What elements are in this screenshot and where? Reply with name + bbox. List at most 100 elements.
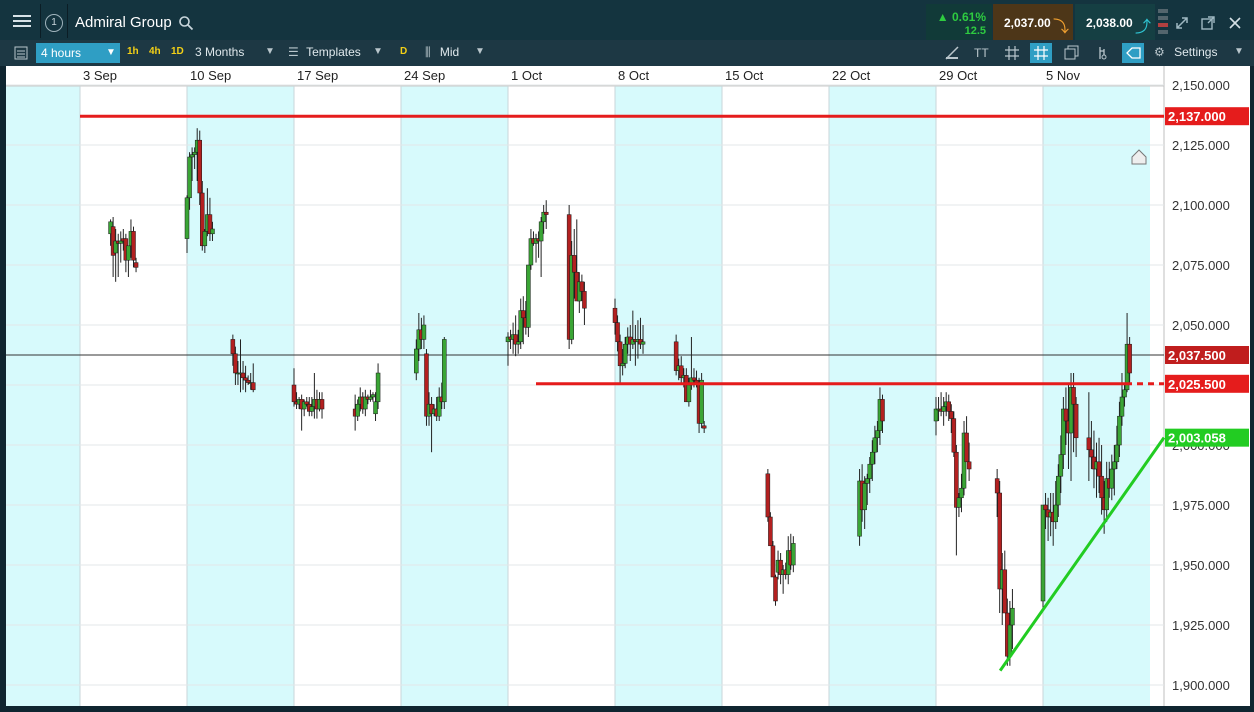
interval-1d-button[interactable]: 1D [171,46,184,57]
candle-up [1058,454,1064,477]
x-tick-label: 8 Oct [618,68,649,83]
candle-down [964,432,969,463]
candle-down [250,382,256,391]
candle-up [1007,624,1013,657]
week-band [187,86,294,706]
alert-count-badge[interactable]: 1 [45,14,63,32]
candle-up [941,406,946,412]
menu-icon[interactable] [10,12,34,32]
candle-up [538,221,544,242]
candle-up [1117,415,1122,446]
interval-4h-button[interactable]: 4h [149,46,161,57]
candle-down [245,379,251,383]
price-label-support: 2,025.500 [1168,377,1226,392]
price-chart[interactable]: 3 Sep 10 Sep 17 Sep 24 Sep 1 Oct 8 Oct 15 Oct 2… [6,66,1250,706]
templates-menu[interactable]: ☰ Templates ▼ [288,45,388,59]
sell-button[interactable]: 2,037.00 ⤵ [993,4,1073,40]
candle-up [355,403,360,417]
candle-up [699,379,704,424]
candle-down [233,353,238,374]
close-icon[interactable] [1228,16,1242,35]
candle-down [694,379,699,383]
candle-up [192,151,197,155]
list-icon[interactable] [14,46,28,65]
candle-down [770,545,776,578]
candle-up [1112,461,1117,470]
gear-icon: ⚙ [1154,45,1165,59]
candle-down [765,473,771,518]
candle-down [582,291,587,309]
y-tick-label: 2,100.000 [1172,198,1230,213]
candle-down [291,384,297,403]
candle-down [1063,408,1069,422]
candle-up [686,384,692,403]
search-icon[interactable] [178,15,194,36]
text-tool-icon[interactable]: TT [974,46,989,60]
d-button[interactable]: D [400,46,407,57]
expand-icon[interactable] [1174,15,1190,36]
candle-up [867,463,873,479]
candle-up [622,343,628,364]
candle-up [1119,396,1125,417]
x-tick-label: 1 Oct [511,68,542,83]
popout-icon[interactable] [1200,15,1216,36]
crosshair-grid-icon[interactable] [1030,43,1052,63]
x-tick-label: 10 Sep [190,68,231,83]
week-band [6,86,80,706]
x-tick-label: 3 Sep [83,68,117,83]
candle-up [872,437,878,453]
candle-down [773,576,778,602]
candle-up [1040,504,1046,602]
sell-arrow-icon: ⤵ [1053,19,1070,36]
candle-down [1071,387,1076,405]
depth-icon[interactable] [1157,8,1169,36]
candle-up [526,264,531,328]
candle-down [579,281,585,292]
candle-up [870,451,875,465]
candle-down [966,461,972,470]
candle-down [1099,475,1104,499]
interval-select[interactable]: 4 hours ▼ [36,43,120,63]
change-pct: ▲ 0.61% [936,10,986,24]
price-type-select[interactable]: ⫼ Mid ▼ [425,45,495,60]
candle-up [118,240,124,244]
buy-button[interactable]: 2,038.00 ⤴ [1075,4,1155,40]
templates-label: Templates [306,45,361,59]
chart-canvas[interactable]: 3 Sep 10 Sep 17 Sep 24 Sep 1 Oct 8 Oct 15 Oct 2… [6,66,1250,706]
candle-up [184,197,190,239]
up-arrow-icon: ▲ [936,10,949,24]
candle-up [187,156,192,199]
x-tick-label: 22 Oct [832,68,871,83]
candle-down [880,399,885,422]
price-tag-icon[interactable] [1122,43,1144,63]
y-tick-label: 1,950.000 [1172,558,1230,573]
settings-menu[interactable]: ⚙ Settings ▼ [1154,45,1250,59]
chevron-down-icon: ▼ [373,46,383,57]
interval-1h-button[interactable]: 1h [127,46,139,57]
y-tick-label: 1,900.000 [1172,678,1230,693]
x-tick-label: 15 Oct [725,68,764,83]
candle-down [240,372,246,379]
candle-up [864,478,870,484]
chevron-down-icon: ▼ [265,46,275,57]
candle-down [197,139,202,194]
candle-down [133,262,139,268]
candle-down [304,401,309,405]
candle-down [768,516,773,547]
candle-up [791,543,796,566]
buy-price: 2,038.00 [1086,16,1133,30]
candle-down [949,411,954,419]
instrument-name[interactable]: Admiral Group [75,14,172,31]
layers-icon[interactable] [1064,45,1080,66]
grid-icon[interactable] [1004,45,1020,66]
plot-background [6,66,1164,706]
indicator-icon[interactable] [1096,45,1112,66]
draw-line-icon[interactable] [944,45,960,66]
candle-up [959,487,964,499]
candle-up [442,339,447,403]
week-band [401,86,508,706]
chevron-down-icon: ▼ [106,47,116,58]
range-select[interactable]: 3 Months ▼ [195,45,275,59]
y-tick-label: 2,050.000 [1172,318,1230,333]
y-tick-label: 2,125.000 [1172,138,1230,153]
